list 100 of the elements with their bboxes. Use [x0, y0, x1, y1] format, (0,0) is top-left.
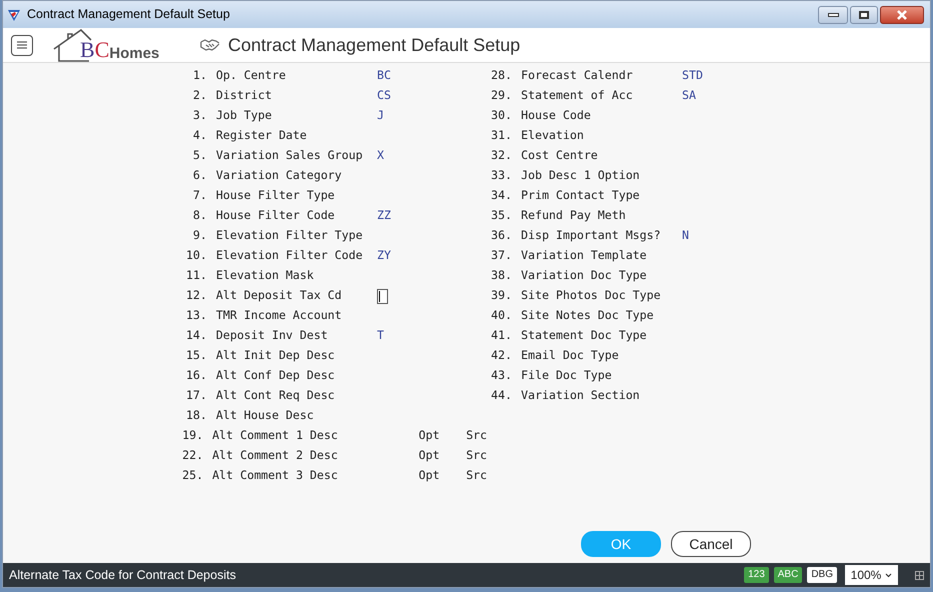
field-number: 17.	[185, 387, 207, 404]
field-label: House Filter Type	[216, 187, 336, 204]
field-value: X	[377, 147, 384, 164]
field-number: 38.	[490, 267, 512, 284]
cancel-button[interactable]: Cancel	[671, 531, 751, 557]
field-label: Statement Doc Type	[521, 327, 648, 344]
chevron-down-icon	[885, 572, 892, 578]
house-icon	[53, 28, 93, 62]
status-message: Alternate Tax Code for Contract Deposits	[9, 566, 236, 584]
close-button[interactable]	[880, 6, 924, 24]
field-number: 25.	[182, 467, 204, 484]
field-value: SA	[682, 87, 696, 104]
option-label: Opt	[418, 447, 441, 464]
field-number: 1.	[192, 67, 207, 84]
field-number: 13.	[185, 307, 207, 324]
field-number: 43.	[490, 367, 512, 384]
field-number: 30.	[490, 107, 512, 124]
field-value: ZZ	[377, 207, 391, 224]
field-label: Elevation Mask	[216, 267, 315, 284]
zoom-dropdown[interactable]: 100%	[845, 565, 898, 585]
field-label: District	[216, 87, 273, 104]
handshake-icon	[200, 39, 220, 51]
field-label: Job Desc 1 Option	[521, 167, 641, 184]
field-value: STD	[682, 67, 703, 84]
field-number: 39.	[490, 287, 512, 304]
field-label: Alt Init Dep Desc	[216, 347, 336, 364]
field-number: 2.	[192, 87, 207, 104]
field-value: ZY	[377, 247, 391, 264]
field-label: Alt Cont Req Desc	[216, 387, 336, 404]
field-value: CS	[377, 87, 391, 104]
field-label: Op. Centre	[216, 67, 287, 84]
field-number: 11.	[185, 267, 207, 284]
option-label: Opt	[418, 467, 441, 484]
field-label: TMR Income Account	[216, 307, 343, 324]
source-label: Src	[466, 447, 488, 464]
field-label: House Code	[521, 107, 592, 124]
field-label: Alt Comment 3 Desc	[212, 467, 339, 484]
field-label: Register Date	[216, 127, 308, 144]
field-number: 32.	[490, 147, 512, 164]
page-title: Contract Management Default Setup	[228, 34, 520, 57]
menu-button[interactable]	[11, 34, 33, 56]
field-number: 34.	[490, 187, 512, 204]
field-number: 5.	[192, 147, 207, 164]
field-number: 37.	[490, 247, 512, 264]
field-label: House Filter Code	[216, 207, 336, 224]
field-label: Refund Pay Meth	[521, 207, 627, 224]
field-label: Disp Important Msgs?	[521, 227, 662, 244]
field-number: 36.	[490, 227, 512, 244]
field-number: 8.	[192, 207, 207, 224]
field-number: 19.	[182, 427, 204, 444]
option-label: Opt	[418, 427, 441, 444]
field-label: Site Photos Doc Type	[521, 287, 662, 304]
maximize-button[interactable]	[850, 6, 878, 24]
status-badge[interactable]: DBG	[807, 567, 837, 583]
field-label: Variation Template	[521, 247, 648, 264]
field-number: 44.	[490, 387, 512, 404]
field-number: 14.	[185, 327, 207, 344]
field-label: Alt Comment 1 Desc	[212, 427, 339, 444]
field-number: 15.	[185, 347, 207, 364]
field-label: Cost Centre	[521, 147, 599, 164]
field-number: 6.	[192, 167, 207, 184]
field-number: 18.	[185, 407, 207, 424]
field-label: Variation Category	[216, 167, 343, 184]
field-label: Prim Contact Type	[521, 187, 641, 204]
field-number: 29.	[490, 87, 512, 104]
field-label: Alt Conf Dep Desc	[216, 367, 336, 384]
field-value: N	[682, 227, 689, 244]
logo-text: Homes	[109, 46, 160, 60]
field-label: Alt Comment 2 Desc	[212, 447, 339, 464]
field-number: 4.	[192, 127, 207, 144]
field-label: Deposit Inv Dest	[216, 327, 329, 344]
input-field[interactable]	[377, 288, 388, 304]
field-number: 40.	[490, 307, 512, 324]
source-label: Src	[466, 467, 488, 484]
minimize-button[interactable]	[818, 6, 848, 24]
field-label: File Doc Type	[521, 367, 613, 384]
field-label: Variation Sales Group	[216, 147, 364, 164]
field-label: Elevation	[521, 127, 585, 144]
field-label: Email Doc Type	[521, 347, 620, 364]
field-number: 7.	[192, 187, 207, 204]
app-icon	[7, 8, 21, 22]
field-number: 35.	[490, 207, 512, 224]
field-number: 9.	[192, 227, 207, 244]
field-number: 28.	[490, 67, 512, 84]
field-number: 3.	[192, 107, 207, 124]
field-number: 31.	[490, 127, 512, 144]
menu-icon	[17, 41, 27, 49]
field-label: Site Notes Doc Type	[521, 307, 655, 324]
field-number: 22.	[182, 447, 204, 464]
field-label: Forecast Calendr	[521, 67, 634, 84]
field-number: 41.	[490, 327, 512, 344]
close-icon	[896, 10, 908, 20]
field-number: 10.	[185, 247, 207, 264]
logo-text: C	[94, 38, 110, 60]
field-number: 33.	[490, 167, 512, 184]
field-number: 12.	[185, 287, 207, 304]
field-label: Job Type	[216, 107, 273, 124]
field-value: BC	[377, 67, 391, 84]
grid-icon	[915, 570, 924, 580]
field-label: Variation Section	[521, 387, 641, 404]
